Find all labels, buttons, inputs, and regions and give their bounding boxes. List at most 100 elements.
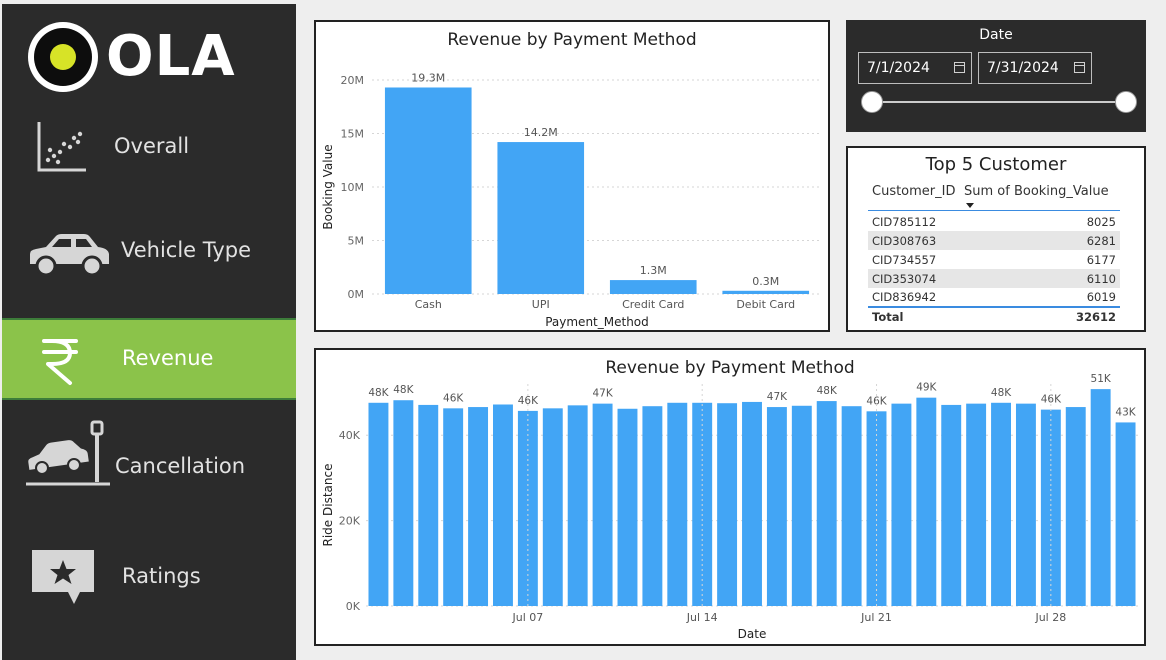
data-label: 43K [1115,406,1136,418]
booking-value: 6019 [1086,290,1116,304]
bar [542,408,563,606]
y-tick-label: 20M [341,74,365,87]
car-icon [26,230,112,278]
nav-item-ratings[interactable]: Ratings [2,532,296,614]
nav-item-revenue[interactable]: Revenue [2,318,296,400]
bar [816,401,837,606]
bar [493,404,513,606]
payment-method-chart-card: Revenue by Payment Method 0M 5M 10M 15M 20M 1… [314,20,830,332]
bar [991,402,1011,606]
brand-name: OLA [106,24,236,89]
data-label: 46K [518,395,539,407]
bar [667,402,688,606]
data-label: 0.3M [752,275,779,288]
column-header-customer-id[interactable]: Customer_ID [872,184,956,199]
bar [567,405,588,606]
star-icon [30,548,96,610]
bar [617,408,638,606]
payment-method-bar-chart: 0M 5M 10M 15M 20M 19.3M Cash 14.2M UPI 1.3M Credit… [321,71,822,329]
slider-end-handle[interactable] [1115,91,1137,113]
bar [393,400,414,606]
data-label: 47K [767,391,788,403]
start-date-input[interactable]: 7/1/2024 [858,52,972,84]
bar [384,87,472,295]
x-axis-title: Date [738,627,767,641]
table-row[interactable]: CID734557 6177 [868,250,1120,269]
bar [722,290,810,294]
y-axis-title: Booking Value [321,144,335,229]
data-label: 1.3M [640,264,667,277]
top-customers-table: CID785112 8025 CID308763 6281 CID734557 617… [868,212,1120,326]
bar [443,408,464,606]
table-row[interactable]: CID308763 6281 [868,231,1120,250]
nav-label: Ratings [122,564,201,588]
bar [592,403,613,606]
data-label: 51K [1091,373,1112,385]
bar [1090,389,1111,606]
booking-value: 6281 [1019,231,1120,250]
table-row[interactable]: CID785112 8025 [868,212,1120,231]
date-slicer: Date 7/1/2024 7/31/2024 [846,20,1146,132]
table-title: Top 5 Customer [925,154,1067,175]
nav-label: Cancellation [115,454,246,478]
sort-desc-icon[interactable] [966,203,974,208]
x-tick-label: Jul 21 [860,611,892,624]
data-label: 46K [866,395,887,407]
data-label: 48K [393,384,414,396]
customer-id: CID836942 [872,290,937,304]
nav-item-vehicle-type[interactable]: Vehicle Type [2,210,296,292]
x-tick-label: Jul 14 [686,611,718,624]
booking-value: 6110 [1019,269,1120,288]
customer-id: CID353074 [868,269,1020,288]
bar [841,406,862,606]
table-row[interactable]: CID836942 6019 [868,288,1120,307]
bar [368,402,389,606]
bar [418,404,439,606]
y-tick-label: 20K [339,515,361,528]
bar [941,404,962,606]
x-tick-label: Credit Card [622,298,684,311]
table-total-row: Total 32612 [868,306,1120,326]
ola-logo-icon [28,22,98,92]
slider-start-handle[interactable] [861,91,883,113]
bar [742,401,762,606]
customer-id: CID308763 [868,231,1020,250]
bar [966,403,987,606]
scatter-chart-icon [34,120,88,174]
y-tick-label: 5M [348,235,365,248]
y-tick-label: 15M [341,128,365,141]
end-date-input[interactable]: 7/31/2024 [978,52,1092,84]
car-crash-icon [26,418,112,490]
bar [1015,403,1036,606]
bar [791,405,812,606]
bar [468,407,489,606]
column-header-booking-value[interactable]: Sum of Booking_Value [964,184,1109,199]
calendar-icon[interactable] [1074,62,1085,73]
bar [916,397,937,606]
customer-id: CID785112 [872,214,937,229]
total-value: 32612 [1019,306,1120,326]
calendar-icon[interactable] [954,62,965,73]
nav-item-overall[interactable]: Overall [2,106,296,188]
data-label: 49K [916,382,937,394]
header-divider [868,210,1120,211]
data-label: 46K [443,392,464,404]
sidebar: OLA Overall Vehicle Type Revenue Cancell… [2,4,296,660]
bar [717,403,738,606]
y-tick-label: 10M [341,181,365,194]
customer-id: CID734557 [872,252,937,267]
table-row[interactable]: CID353074 6110 [868,269,1120,288]
daily-ride-distance-bar-chart: 0K 20K 40K 48K 48K 46K 46K 47K 47K 48K 46K 49K 48K 46… [321,373,1138,641]
date-range-slider-track[interactable] [872,101,1126,103]
data-label: 19.3M [411,71,445,84]
nav-item-cancellation[interactable]: Cancellation [2,420,296,504]
data-label: 48K [991,387,1012,399]
y-axis-title: Ride Distance [321,464,335,547]
data-label: 48K [817,385,838,397]
booking-value: 6177 [1086,252,1116,267]
x-tick-label: Jul 28 [1034,611,1066,624]
rupee-icon [40,336,80,386]
bar [891,403,912,606]
y-tick-label: 0K [346,600,361,613]
nav-label: Vehicle Type [121,238,252,262]
